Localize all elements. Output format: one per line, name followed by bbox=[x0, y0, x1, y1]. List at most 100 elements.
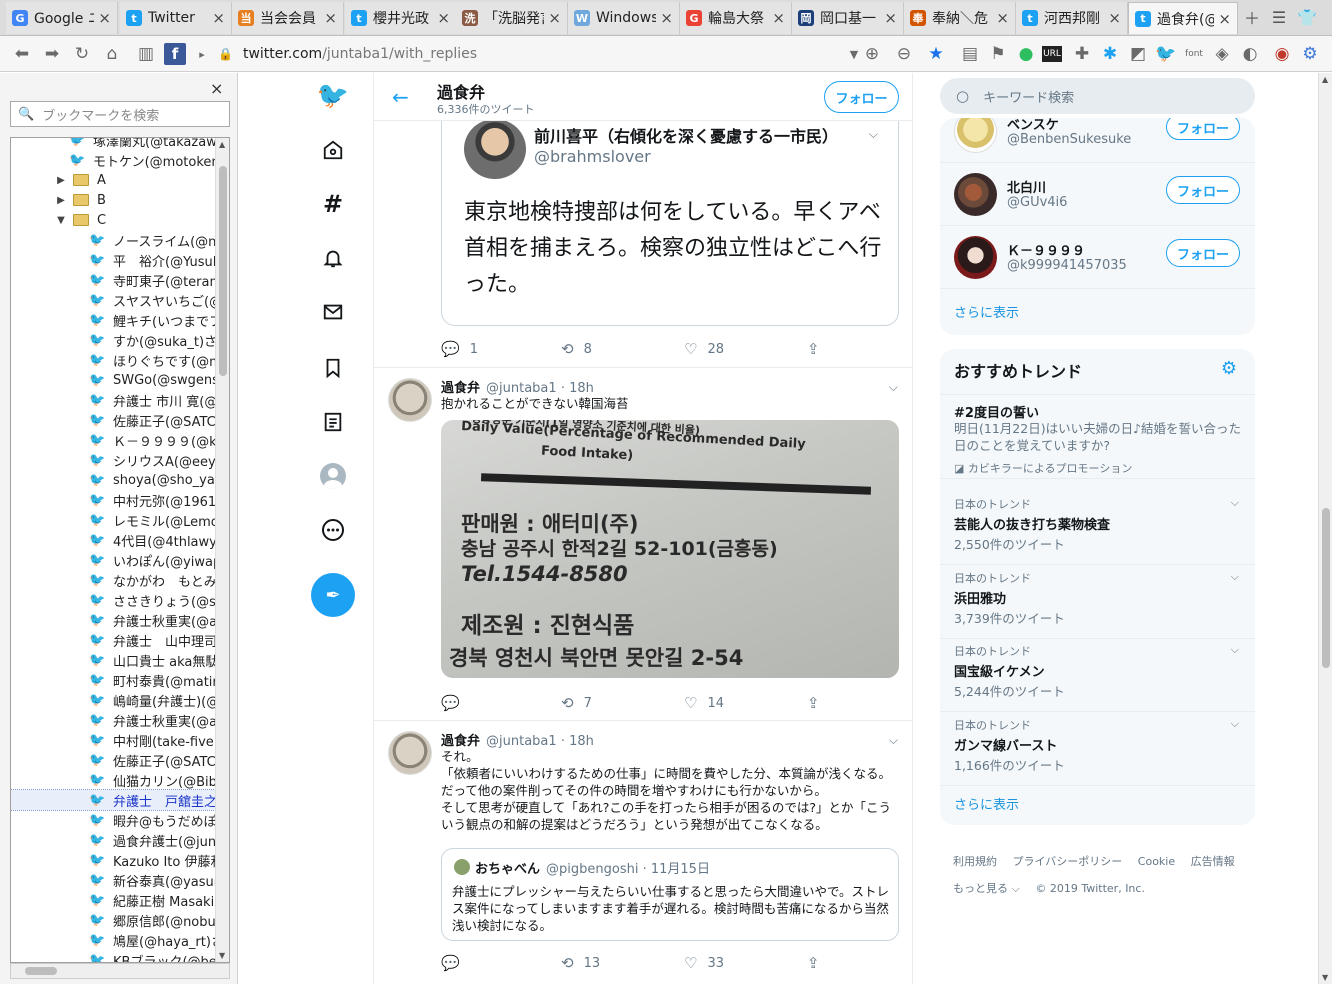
browser-tab[interactable]: W Windows × bbox=[568, 2, 680, 34]
zoom-out-icon[interactable]: ⊖ bbox=[892, 42, 916, 66]
quoted-tweet[interactable]: おちゃべん @pigbengoshi · 11月15日 弁護士にプレッシャー与えた… bbox=[441, 848, 899, 941]
bookmark-item[interactable]: 🐦 弁護士 戸舘圭之 bbox=[11, 789, 216, 811]
user-name[interactable]: 北白川 bbox=[1007, 177, 1046, 196]
bookmark-item[interactable]: 🐦 佐藤正子(@SATC bbox=[11, 410, 215, 430]
retweet-button[interactable]: ⟲ 7 bbox=[561, 694, 592, 712]
bookmark-folder[interactable]: ▶ B bbox=[11, 190, 215, 210]
back-icon[interactable]: ⬅ bbox=[10, 42, 34, 66]
bookmark-item[interactable]: 🐦 弁護士 市川 寛(@ bbox=[11, 390, 215, 410]
tweet[interactable]: 過食弁 @juntaba1 · 18h ⌵ 抱かれることができない韓国海苔 영양성… bbox=[374, 367, 912, 720]
avatar[interactable] bbox=[954, 118, 997, 153]
avatar[interactable] bbox=[388, 731, 432, 775]
bookmark-item[interactable]: 🐦 弁護士秋重実(@a bbox=[11, 710, 215, 730]
close-tab-icon[interactable]: × bbox=[98, 9, 111, 27]
tweet-time[interactable]: · 18h bbox=[561, 381, 594, 396]
chevron-down-icon[interactable]: ⌵ bbox=[869, 127, 878, 142]
bookmark-star-icon[interactable]: ★ bbox=[924, 42, 948, 66]
bookmark-item[interactable]: 🐦 4代目(@4thlawy bbox=[11, 530, 215, 550]
bookmark-item[interactable]: 🐦 レモミル(@Lemor bbox=[11, 510, 215, 530]
trend-row[interactable]: 日本のトレンド ⌵ 芸能人の抜き打ち薬物検査 2,550件のツイート bbox=[940, 492, 1255, 565]
close-sidebar-icon[interactable]: × bbox=[210, 79, 223, 98]
like-button[interactable]: ♡ 14 bbox=[684, 694, 724, 712]
user-row[interactable]: Ｋ－９９９９ @k999941457035 フォロー bbox=[940, 226, 1255, 289]
bookmark-item[interactable]: 🐦 嶋崎量(弁護士)(@ bbox=[11, 690, 215, 710]
gear-icon[interactable]: ⚙ bbox=[1221, 358, 1237, 379]
collapsed-arrow-icon[interactable]: ▶ bbox=[55, 175, 67, 186]
close-tab-icon[interactable]: × bbox=[772, 9, 785, 27]
settings-extension-icon[interactable]: ⚙ bbox=[1298, 42, 1322, 66]
retweet-button[interactable]: ⟲ 8 bbox=[561, 340, 592, 358]
quoted-tweet[interactable]: 前川喜平（右傾化を深く憂慮する一市民） @brahmslover ⌵ 東京地検特… bbox=[441, 113, 899, 326]
chevron-down-icon[interactable]: ⌵ bbox=[1231, 643, 1239, 657]
bookmark-item[interactable]: 🐦 なかがわ もとみ bbox=[11, 570, 215, 590]
user-name[interactable]: ベンスケ bbox=[1007, 118, 1059, 133]
footer-link[interactable]: 広告情報 bbox=[1191, 855, 1235, 868]
bookmark-item[interactable]: 🐦 すか(@suka_t)さ bbox=[11, 330, 215, 350]
close-tab-icon[interactable]: × bbox=[1218, 10, 1231, 28]
bookmark-folder[interactable]: ▶ A bbox=[11, 170, 215, 190]
bookmarks-toolbar-icon[interactable]: ▥ bbox=[134, 42, 158, 66]
bookmark-tree[interactable]: 🐦 KBブラック(@ben 🐦 鳩屋(@haya_rt)さ 🐦 郷原信郎(@nobu 🐦 紀藤… bbox=[10, 137, 230, 963]
address-bar[interactable]: 🔒 twitter.com/juntaba1/with_replies bbox=[208, 40, 864, 68]
browser-tab[interactable]: G 輪島大祭 × bbox=[680, 2, 792, 34]
avatar[interactable] bbox=[388, 378, 432, 422]
close-tab-icon[interactable]: × bbox=[212, 9, 225, 27]
footer-link[interactable]: Cookie bbox=[1138, 855, 1175, 868]
page-scrollbar[interactable]: ▲ ▼ bbox=[1318, 73, 1332, 984]
scroll-down-icon[interactable]: ▼ bbox=[219, 951, 225, 960]
bookmark-item[interactable]: 🐦 町村泰貴(@matin bbox=[11, 670, 215, 690]
facebook-icon[interactable]: f bbox=[164, 43, 186, 65]
menu-icon[interactable]: ☰ bbox=[1268, 6, 1290, 28]
like-button[interactable]: ♡ 33 bbox=[684, 954, 724, 972]
footer-more-link[interactable]: もっと見る ⌵ bbox=[953, 882, 1020, 895]
bookmark-item[interactable]: 🐦 暇弁@もうだめぽ( bbox=[11, 810, 215, 830]
bookmark-scroll-thumb[interactable] bbox=[219, 166, 227, 376]
bookmark-item[interactable]: 🐦 Kazuko Ito 伊藤和 bbox=[11, 850, 215, 870]
share-button[interactable]: ⇪ bbox=[807, 694, 830, 712]
reply-button[interactable]: 💬 bbox=[441, 954, 470, 972]
browser-tab[interactable]: 当当会会員 × bbox=[232, 2, 344, 34]
bookmark-item[interactable]: 🐦 佐藤正子(@SATC bbox=[11, 750, 215, 770]
bookmark-icon[interactable]: ⚑ bbox=[986, 42, 1010, 66]
lists-nav-icon[interactable] bbox=[318, 407, 348, 437]
notifications-bell-icon[interactable] bbox=[318, 243, 348, 273]
bookmark-item[interactable]: 🐦 塚澤蘭丸(@takazawa bbox=[11, 138, 215, 150]
browser-tab[interactable]: 奉奉納＼危 × bbox=[904, 2, 1016, 34]
bookmark-item[interactable]: 🐦 ほりぐちです(@ms bbox=[11, 350, 215, 370]
tweet-photo[interactable]: 영양성분 기준치(1일 영양소 기준치에 대한 비율) Daily Value(… bbox=[441, 420, 899, 678]
bookmark-item[interactable]: 🐦 山口貴士 aka無駄 bbox=[11, 650, 215, 670]
evernote-icon[interactable]: ● bbox=[1014, 42, 1038, 66]
browser-tab[interactable]: G Google ニ× bbox=[6, 2, 118, 34]
follow-button[interactable]: フォロー bbox=[1166, 239, 1240, 267]
bookmark-item[interactable]: 🐦 過食弁護士(@jun bbox=[11, 830, 215, 850]
scroll-down-icon[interactable]: ▼ bbox=[1322, 973, 1328, 982]
bookmark-item[interactable]: 🐦 いわぽん(@yiwap bbox=[11, 550, 215, 570]
bookmark-item[interactable]: 🐦 鯉キチ(いつまでフ bbox=[11, 310, 215, 330]
bookmark-item[interactable]: 🐦 新谷泰真(@yasur bbox=[11, 870, 215, 890]
bookmark-item[interactable]: 🐦 shoya(@sho_ya) bbox=[11, 470, 215, 490]
close-tab-icon[interactable]: × bbox=[884, 9, 897, 27]
bookmark-folder[interactable]: ▼ C bbox=[11, 210, 215, 230]
browser-tab[interactable]: t 過食弁(@ × bbox=[1128, 2, 1238, 34]
explore-hashtag-icon[interactable]: # bbox=[318, 189, 348, 219]
avatar[interactable] bbox=[954, 236, 997, 279]
browser-tab[interactable]: t 櫻井光政 × bbox=[345, 2, 457, 34]
browser-tab[interactable]: 岡岡口基一 × bbox=[792, 2, 904, 34]
like-button[interactable]: ♡ 28 bbox=[684, 340, 724, 358]
home-nav-icon[interactable] bbox=[318, 135, 348, 165]
font-extension-icon[interactable]: font bbox=[1182, 42, 1206, 66]
bookmarks-nav-icon[interactable] bbox=[318, 353, 348, 383]
footer-link[interactable]: 利用規約 bbox=[953, 855, 997, 868]
bookmark-item[interactable]: 🐦 SWGo(@swgens bbox=[11, 370, 215, 390]
browser-tab[interactable]: t Twitter × bbox=[120, 2, 232, 34]
trend-row[interactable]: 日本のトレンド ⌵ ガンマ線バースト 1,166件のツイート bbox=[940, 713, 1255, 786]
bookmark-scrollbar[interactable]: ▲ ▼ bbox=[215, 138, 229, 962]
bookmark-item[interactable]: 🐦 弁護士 山中理司 bbox=[11, 630, 215, 650]
show-more-link[interactable]: さらに表示 bbox=[954, 302, 1019, 321]
close-tab-icon[interactable]: × bbox=[324, 9, 337, 27]
bookmark-item[interactable]: 🐦 Ｋ－９９９９(@k9 bbox=[11, 430, 215, 450]
bookmark-item[interactable]: 🐦 寺町東子(@teram bbox=[11, 270, 215, 290]
browser-tab[interactable]: t 河西邦剛 × bbox=[1016, 2, 1128, 34]
chevron-down-icon[interactable]: ⌵ bbox=[889, 733, 898, 748]
expanded-arrow-icon[interactable]: ▼ bbox=[55, 215, 67, 226]
